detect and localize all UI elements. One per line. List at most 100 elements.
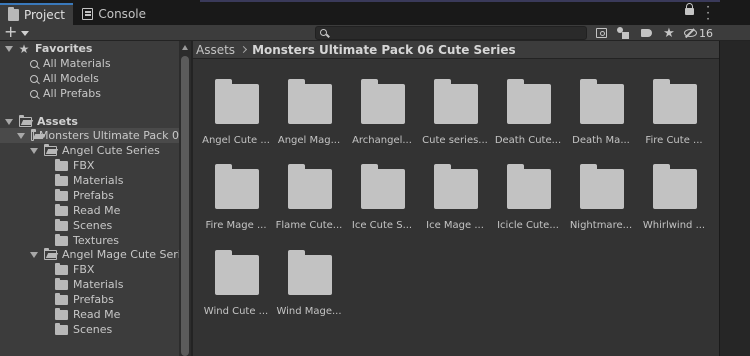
folder-item[interactable]: Archangel... xyxy=(347,79,417,156)
star-icon: ★ xyxy=(663,25,675,41)
folder-item[interactable]: Wind Cute ... xyxy=(201,250,271,327)
folder-icon xyxy=(55,188,68,201)
search-field[interactable] xyxy=(315,26,587,40)
tree-item-read-me[interactable]: Read Me xyxy=(55,307,120,322)
project-toolbar: + ★ 16 xyxy=(0,24,750,41)
lock-icon[interactable] xyxy=(685,3,694,15)
tree-favorites-label: Favorites xyxy=(35,42,93,55)
tree-item-label: FBX xyxy=(73,263,95,276)
tab-console[interactable]: Console xyxy=(74,3,154,25)
folder-icon xyxy=(55,203,68,216)
console-icon xyxy=(82,8,94,20)
folder-icon xyxy=(8,7,19,21)
folder-item[interactable]: Fire Mage ... xyxy=(201,164,271,241)
tree-item-materials[interactable]: Materials xyxy=(55,173,123,188)
tree-item-angel-cute-series[interactable]: Angel Cute Series xyxy=(30,143,160,158)
folder-name: Ice Cute S... xyxy=(351,220,413,231)
search-by-type-button[interactable] xyxy=(613,25,633,41)
tree-item-label: Materials xyxy=(73,278,124,291)
folder-icon xyxy=(580,164,624,209)
breadcrumb-assets[interactable]: Assets xyxy=(196,43,235,57)
expand-arrow-icon[interactable] xyxy=(17,132,25,139)
tree-item-label: Scenes xyxy=(73,323,113,336)
folder-name: Wind Mage... xyxy=(276,306,342,317)
folder-item[interactable]: Angel Cute ... xyxy=(201,79,271,156)
folder-item[interactable]: Flame Cute... xyxy=(274,164,344,241)
hidden-packages-toggle[interactable]: 16 xyxy=(684,26,713,40)
folder-item[interactable]: Death Cute... xyxy=(493,79,563,156)
tree-item-materials[interactable]: Materials xyxy=(55,277,123,292)
folder-name: Cute series... xyxy=(422,135,488,146)
adjacent-window-edge xyxy=(719,41,750,356)
tab-console-label: Console xyxy=(98,7,146,21)
chevron-down-icon[interactable] xyxy=(21,31,29,36)
search-icon xyxy=(30,74,38,83)
folder-icon xyxy=(55,262,68,275)
folder-item[interactable]: Angel Mag... xyxy=(274,79,344,156)
folder-icon xyxy=(288,250,332,295)
folder-icon xyxy=(55,218,68,231)
tree-item-label: Angel Mage Cute Series xyxy=(62,248,194,261)
folder-icon xyxy=(653,164,697,209)
folder-item[interactable]: Icicle Cute... xyxy=(493,164,563,241)
search-by-label-button[interactable] xyxy=(636,25,656,41)
breadcrumb-current[interactable]: Monsters Ultimate Pack 06 Cute Series xyxy=(252,43,516,57)
folder-icon xyxy=(507,164,551,209)
tree-item-monsters-pack[interactable]: Monsters Ultimate Pack 0 xyxy=(0,128,179,143)
folder-name: Wind Cute ... xyxy=(203,306,269,317)
search-icon xyxy=(30,89,38,98)
eye-slash-icon xyxy=(684,29,697,37)
folder-item[interactable]: Ice Mage ... xyxy=(420,164,490,241)
folder-icon xyxy=(55,158,68,171)
folder-icon xyxy=(215,164,259,209)
folder-icon xyxy=(434,79,478,124)
tree-item-scenes[interactable]: Scenes xyxy=(55,322,112,337)
folder-icon xyxy=(580,79,624,124)
tree-assets[interactable]: Assets xyxy=(5,114,78,129)
folder-item[interactable]: Whirlwind ... xyxy=(639,164,709,241)
folder-icon xyxy=(434,164,478,209)
tree-item-fbx[interactable]: FBX xyxy=(55,158,94,173)
folder-item[interactable]: Death Ma... xyxy=(566,79,636,156)
folder-icon xyxy=(55,322,68,335)
expand-arrow-icon[interactable] xyxy=(30,147,38,154)
expand-arrow-icon[interactable] xyxy=(30,251,38,258)
tree-item-scenes[interactable]: Scenes xyxy=(55,218,112,233)
expand-arrow-icon[interactable] xyxy=(5,118,13,125)
folder-item[interactable]: Fire Cute ... xyxy=(639,79,709,156)
tree-item-label: All Materials xyxy=(43,57,111,70)
folder-open-icon xyxy=(31,128,36,141)
tree-item-all-models[interactable]: All Models xyxy=(30,71,99,86)
expand-arrow-icon[interactable] xyxy=(5,45,13,52)
folder-icon xyxy=(361,164,405,209)
tree-scrollbar-thumb[interactable] xyxy=(181,56,189,356)
search-by-scene-button[interactable] xyxy=(591,25,611,41)
more-options-icon[interactable]: · · · xyxy=(704,1,712,25)
tree-item-all-prefabs[interactable]: All Prefabs xyxy=(30,86,101,101)
folder-name: Fire Cute ... xyxy=(645,135,703,146)
tree-favorites[interactable]: ★ Favorites xyxy=(5,41,92,56)
folder-item[interactable]: Ice Cute S... xyxy=(347,164,417,241)
folder-item[interactable]: Wind Mage... xyxy=(274,250,344,327)
tree-item-fbx[interactable]: FBX xyxy=(55,262,94,277)
folder-icon xyxy=(55,173,68,186)
tree-item-label: Monsters Ultimate Pack 0 xyxy=(38,129,179,142)
tree-item-all-materials[interactable]: All Materials xyxy=(30,56,111,71)
scroll-up-arrow-icon[interactable] xyxy=(182,45,188,50)
save-search-button[interactable]: ★ xyxy=(659,25,679,41)
tree-item-prefabs[interactable]: Prefabs xyxy=(55,188,114,203)
folder-item[interactable]: Cute series... xyxy=(420,79,490,156)
breadcrumb: Assets Monsters Ultimate Pack 06 Cute Se… xyxy=(193,41,719,59)
tree-item-read-me[interactable]: Read Me xyxy=(55,203,120,218)
tree-item-label: Textures xyxy=(73,234,119,247)
search-input[interactable] xyxy=(332,27,582,39)
tree-item-label: Prefabs xyxy=(73,189,114,202)
label-tag-icon xyxy=(640,29,652,37)
tree-item-textures[interactable]: Textures xyxy=(55,233,119,248)
folder-name: Ice Mage ... xyxy=(426,220,484,231)
tree-item-prefabs[interactable]: Prefabs xyxy=(55,292,114,307)
folder-icon xyxy=(288,79,332,124)
tree-item-angel-mage-cute-series[interactable]: Angel Mage Cute Series xyxy=(30,247,193,262)
folder-item[interactable]: Nightmare... xyxy=(566,164,636,241)
create-button[interactable]: + xyxy=(4,24,17,40)
